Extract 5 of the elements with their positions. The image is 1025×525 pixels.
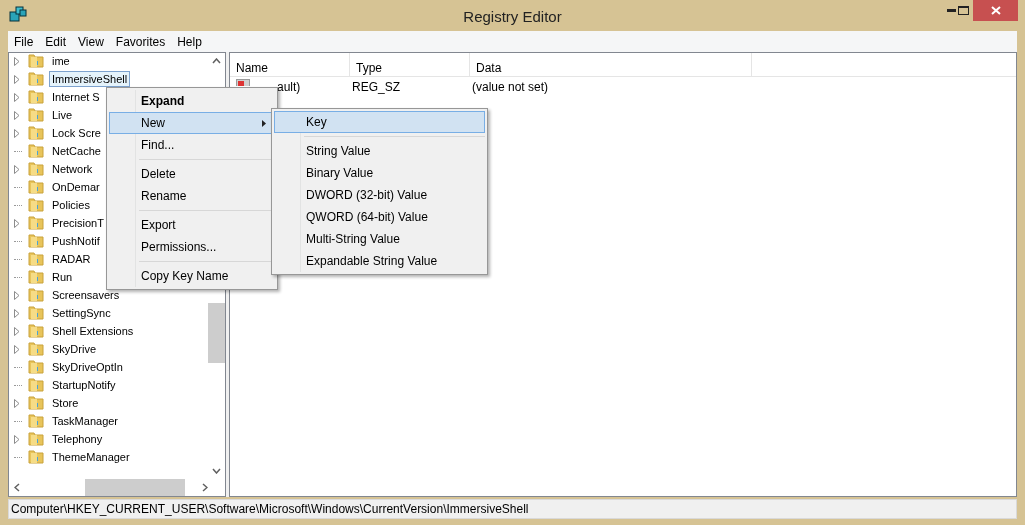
table-cell-text: REG_SZ [352,79,401,96]
table-cell-text: (value not set) [472,79,549,96]
window-title: Registry Editor [463,8,562,25]
status-bar: Computer\HKEY_CURRENT_USER\Software\Microsoft\Windows\CurrentVersion\ImmersiveShell [8,499,1017,519]
table-cell-text: ault) [277,79,302,96]
